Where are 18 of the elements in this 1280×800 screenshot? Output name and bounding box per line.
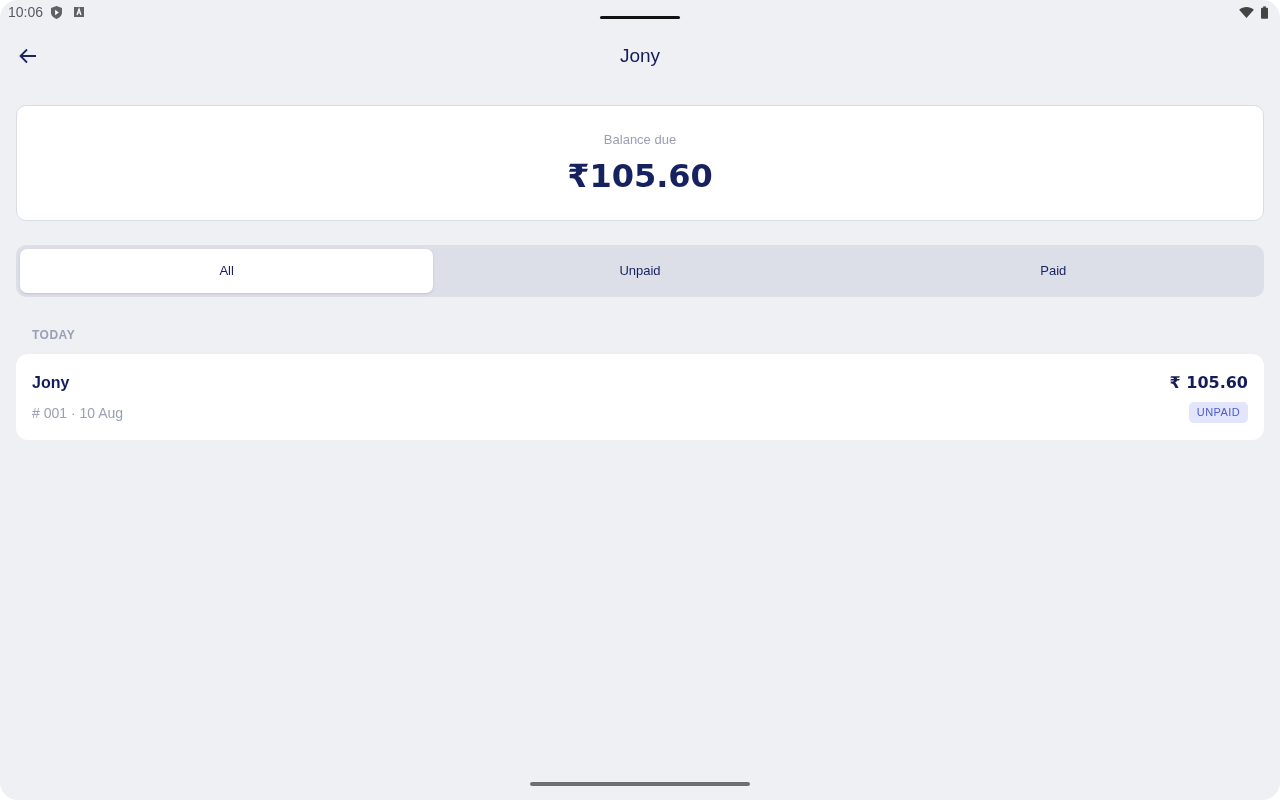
invoice-meta: # 001 · 10 Aug [32,403,124,423]
status-badge: UNPAID [1188,402,1248,423]
wifi-icon [1239,6,1254,18]
shield-icon [51,5,63,19]
invoice-amount: ₹ 105.60 [1169,372,1248,395]
battery-icon [1261,5,1268,19]
back-arrow-icon [19,48,37,64]
font-square-icon [74,7,85,17]
status-time: 10:06 [8,5,44,19]
customer-name: Jony [32,372,71,393]
section-heading: TODAY [32,327,76,344]
filter-tab[interactable]: Unpaid [433,249,847,293]
invoice-row[interactable]: Jony # 001 · 10 Aug ₹ 105.60 UNPAID [16,354,1264,440]
balance-amount: ₹105.60 [567,159,713,192]
balance-label: Balance due [603,131,677,149]
filter-tab[interactable]: Paid [846,249,1260,293]
page-title: Jony [619,43,661,68]
filter-tab[interactable]: All [20,249,434,293]
